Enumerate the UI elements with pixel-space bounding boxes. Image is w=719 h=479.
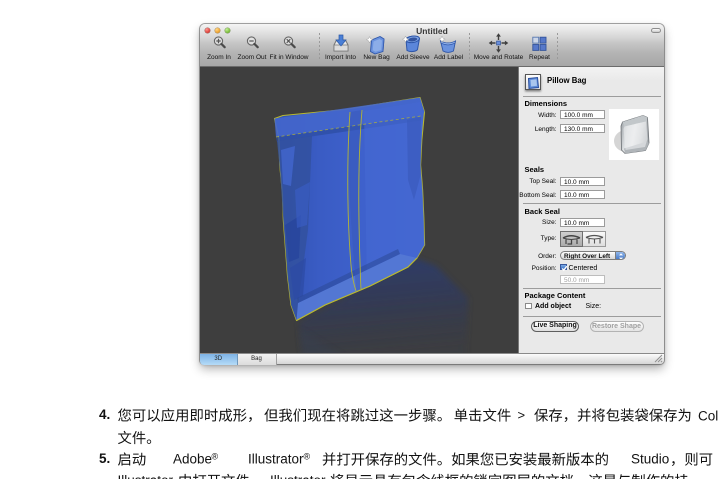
svg-text:Illustrator: Illustrator (118, 473, 174, 479)
svg-text:Col: Col (698, 409, 718, 424)
svg-text:Studio: Studio (631, 452, 669, 467)
svg-text:®: ® (304, 452, 311, 462)
svg-text:Illustrator: Illustrator (248, 452, 304, 467)
svg-text:®: ® (212, 452, 219, 462)
svg-text:5.: 5. (99, 451, 110, 466)
svg-text:4.: 4. (99, 407, 110, 422)
svg-text:Illustrator: Illustrator (270, 473, 326, 479)
svg-text:>: > (518, 408, 526, 423)
svg-text:Adobe: Adobe (173, 452, 212, 467)
